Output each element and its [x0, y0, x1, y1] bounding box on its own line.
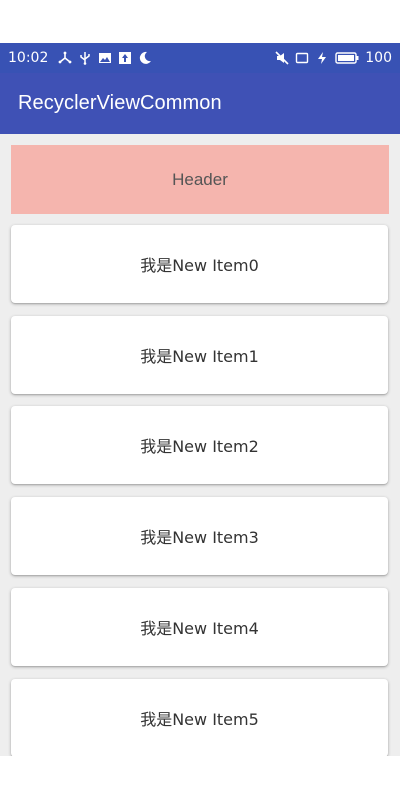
- app-bar: RecyclerViewCommon: [0, 73, 400, 134]
- status-right: 100: [275, 49, 392, 67]
- list-item-label: 我是New Item4: [140, 619, 259, 638]
- list-item[interactable]: 我是New Item2: [11, 406, 388, 484]
- upload-icon: [118, 51, 132, 65]
- list-item[interactable]: 我是New Item3: [11, 497, 388, 575]
- list-item[interactable]: 我是New Item1: [11, 316, 388, 394]
- image-icon: [98, 51, 112, 65]
- battery-level: 100: [365, 50, 392, 66]
- screen-icon: [295, 51, 309, 65]
- usb-icon: [78, 51, 92, 65]
- list-item[interactable]: 我是New Item5: [11, 679, 388, 756]
- mute-icon: [275, 51, 289, 65]
- status-time: 10:02: [8, 50, 49, 66]
- moon-icon: [138, 51, 152, 65]
- recycler-view[interactable]: Header 我是New Item0 我是New Item1 我是New Ite…: [0, 134, 400, 756]
- status-bar: 10:02 100: [0, 43, 400, 73]
- list-item-label: 我是New Item1: [140, 347, 259, 366]
- list-header: Header: [11, 145, 389, 214]
- usb-tether-icon: [58, 51, 72, 65]
- list-item-label: 我是New Item0: [140, 256, 259, 275]
- battery-icon: [335, 51, 359, 65]
- list-item[interactable]: 我是New Item0: [11, 225, 388, 303]
- app-title: RecyclerViewCommon: [18, 92, 222, 114]
- list-item[interactable]: 我是New Item4: [11, 588, 388, 666]
- phone-screen: 10:02 100 RecyclerViewCommon Header 我是Ne…: [0, 0, 400, 800]
- list-header-label: Header: [172, 169, 228, 189]
- charging-icon: [315, 51, 329, 65]
- bottom-margin: [0, 756, 400, 800]
- list-item-label: 我是New Item3: [140, 528, 259, 547]
- top-margin: [0, 0, 400, 43]
- status-left: 10:02: [8, 49, 152, 67]
- list-item-label: 我是New Item2: [140, 437, 259, 456]
- list-item-label: 我是New Item5: [140, 710, 259, 729]
